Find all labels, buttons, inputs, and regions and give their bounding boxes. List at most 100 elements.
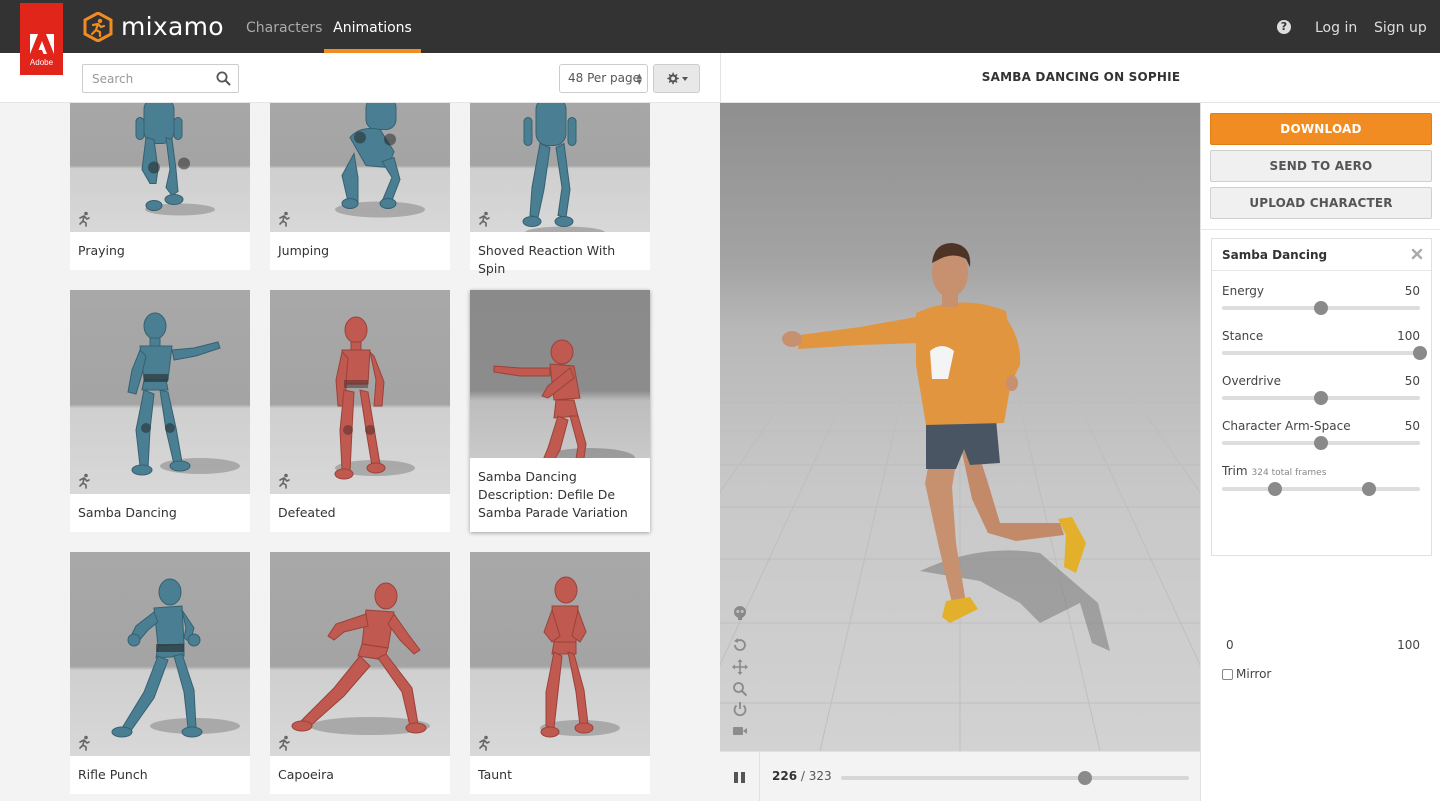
mirror-checkbox[interactable] [1222, 668, 1233, 680]
animation-browser: 48 Per page ▲▼ [0, 53, 720, 801]
settings-header: Samba Dancing [1212, 239, 1431, 271]
character-figure [522, 97, 605, 232]
animation-card[interactable]: Defeated [270, 290, 450, 532]
power-icon[interactable] [732, 701, 748, 717]
tab-animations[interactable]: Animations [324, 0, 421, 53]
animation-title: Taunt [478, 767, 512, 782]
pan-icon[interactable] [732, 659, 748, 675]
tab-characters[interactable]: Characters [246, 0, 322, 53]
per-page-select[interactable]: 48 Per page ▲ ▼ [559, 64, 648, 93]
skeleton-icon[interactable] [732, 605, 748, 621]
trim-start-handle[interactable] [1268, 482, 1283, 496]
param-value: 100 [1397, 329, 1420, 343]
animation-description: Description: Defile De Samba Parade Vari… [478, 487, 628, 520]
animation-title: Capoeira [278, 767, 334, 782]
mixamo-logo-icon [83, 12, 113, 42]
animation-thumbnail [470, 290, 650, 458]
character-figure [111, 578, 240, 738]
animation-thumbnail [270, 552, 450, 756]
animation-card[interactable]: Jumping [270, 81, 450, 270]
timeline-handle[interactable] [1077, 771, 1092, 785]
motion-type-icon [79, 735, 90, 751]
slider-handle[interactable] [1314, 301, 1328, 315]
divider [1201, 229, 1440, 230]
login-link[interactable]: Log in [1315, 0, 1357, 53]
camera-icon[interactable] [732, 723, 748, 739]
param-stance: Stance 100 [1222, 329, 1427, 369]
pause-button[interactable] [720, 752, 760, 801]
send-to-aero-button[interactable]: SEND TO AERO [1210, 150, 1432, 182]
mixamo-logo[interactable]: mixamo [83, 12, 224, 42]
overdrive-slider[interactable] [1222, 391, 1420, 405]
gear-icon [666, 72, 679, 85]
search-input[interactable] [83, 65, 208, 92]
frame-counter: 226 / 323 [772, 769, 832, 783]
search-box [82, 64, 239, 93]
animation-thumbnail [70, 290, 250, 494]
current-frame: 226 [772, 769, 798, 783]
animation-card[interactable]: Taunt [470, 552, 650, 794]
search-icon[interactable] [216, 71, 231, 86]
settings-dropdown-button[interactable] [653, 64, 700, 93]
signup-link[interactable]: Sign up [1374, 0, 1427, 53]
slider-handle[interactable] [1314, 391, 1328, 405]
param-trim: Trim 324 total frames [1222, 464, 1420, 504]
adobe-logo-text: Adobe [29, 58, 54, 67]
motion-type-icon [279, 735, 290, 751]
motion-type-icon [479, 735, 490, 751]
download-button[interactable]: DOWNLOAD [1210, 113, 1432, 145]
upload-character-button[interactable]: UPLOAD CHARACTER [1210, 187, 1432, 219]
animation-title: Samba Dancing Description: Defile De Sam… [470, 458, 650, 532]
trim-slider[interactable] [1222, 482, 1420, 496]
slider-handle[interactable] [1413, 346, 1427, 360]
pause-icon-bar [741, 771, 745, 783]
character-figure [493, 339, 635, 458]
slider-handle[interactable] [1314, 436, 1328, 450]
param-value: 50 [1404, 419, 1420, 433]
trim-frame-count: 324 total frames [1251, 468, 1327, 478]
zoom-icon[interactable] [732, 681, 748, 697]
help-icon[interactable]: ? [1277, 20, 1291, 34]
animation-card[interactable]: Shoved Reaction With Spin [470, 81, 650, 276]
adobe-logo[interactable]: Adobe [20, 3, 63, 75]
select-arrows-icon: ▲ ▼ [636, 72, 642, 86]
animation-card-selected[interactable]: Samba Dancing Description: Defile De Sam… [470, 290, 650, 532]
motion-type-icon [79, 473, 90, 489]
animation-title: Defeated [278, 505, 336, 520]
param-label: Overdrive [1222, 374, 1282, 388]
close-icon[interactable] [1411, 248, 1423, 260]
trim-max-label: 100 [1397, 638, 1420, 652]
settings-panel: DOWNLOAD SEND TO AERO UPLOAD CHARACTER S… [1200, 103, 1440, 801]
3d-scene [720, 243, 1200, 751]
character-figure [291, 582, 430, 735]
animation-card[interactable]: Rifle Punch [70, 552, 250, 794]
animation-thumbnail [270, 81, 450, 232]
arm-space-slider[interactable] [1222, 436, 1420, 450]
motion-type-icon [279, 211, 290, 227]
animation-card[interactable]: Praying [70, 81, 250, 270]
animation-thumbnail [70, 552, 250, 756]
trim-end-handle[interactable] [1361, 482, 1376, 496]
character-figure [334, 316, 415, 480]
param-label: Stance [1222, 329, 1264, 343]
timeline-scrubber[interactable] [841, 771, 1189, 785]
adobe-logo-icon [29, 34, 54, 54]
animation-thumbnail [470, 552, 650, 756]
animation-card[interactable]: Capoeira [270, 552, 450, 794]
animation-settings-card: Samba Dancing Energy 50 Stance 100 Overd… [1211, 238, 1432, 681]
param-label: Energy [1222, 284, 1265, 298]
animation-thumbnail [270, 290, 450, 494]
animation-card[interactable]: Samba Dancing [70, 290, 250, 532]
reset-view-icon[interactable] [732, 637, 748, 653]
stance-slider[interactable] [1222, 346, 1427, 360]
param-arm-space: Character Arm-Space 50 [1222, 419, 1420, 459]
animation-title: Rifle Punch [78, 767, 148, 782]
3d-viewport[interactable] [720, 103, 1200, 751]
animation-title: Jumping [278, 243, 330, 258]
motion-type-icon [279, 473, 290, 489]
mirror-option[interactable]: Mirror [1222, 667, 1271, 681]
chevron-down-icon [681, 76, 688, 81]
motion-type-icon [479, 211, 490, 227]
motion-type-icon [79, 211, 90, 227]
energy-slider[interactable] [1222, 301, 1420, 315]
